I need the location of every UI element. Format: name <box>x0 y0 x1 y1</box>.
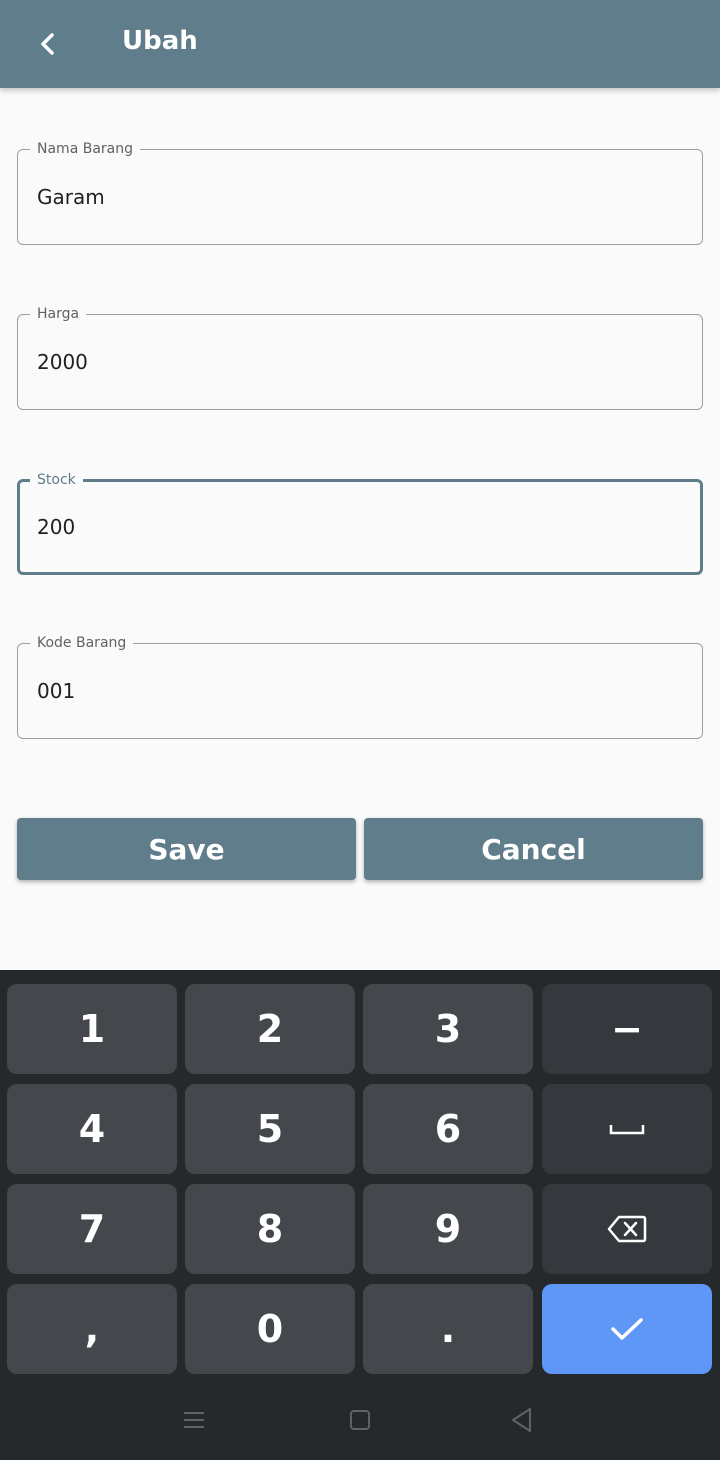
key-2[interactable]: 2 <box>185 984 355 1074</box>
key-5[interactable]: 5 <box>185 1084 355 1174</box>
key-9[interactable]: 9 <box>363 1184 533 1274</box>
key-period[interactable]: . <box>363 1284 533 1374</box>
key-8[interactable]: 8 <box>185 1184 355 1274</box>
space-bar-icon <box>609 1125 645 1135</box>
harga-label: Harga <box>30 304 87 324</box>
back-nav-button[interactable] <box>502 1400 542 1440</box>
kode-barang-field[interactable]: Kode Barang 001 <box>17 633 703 739</box>
nama-barang-label: Nama Barang <box>30 139 140 159</box>
menu-icon <box>184 1412 204 1428</box>
key-4[interactable]: 4 <box>7 1084 177 1174</box>
stock-label: Stock <box>30 470 83 490</box>
app-bar: Ubah <box>0 0 720 88</box>
key-comma[interactable]: , <box>7 1284 177 1374</box>
nama-barang-value[interactable]: Garam <box>37 184 105 210</box>
back-triangle-icon <box>512 1408 531 1432</box>
check-icon <box>611 1318 643 1340</box>
key-backspace[interactable] <box>542 1184 712 1274</box>
backspace-icon <box>607 1215 647 1243</box>
home-button[interactable] <box>340 1400 380 1440</box>
key-7[interactable]: 7 <box>7 1184 177 1274</box>
key-1[interactable]: 1 <box>7 984 177 1074</box>
key-minus[interactable]: − <box>542 984 712 1074</box>
arrow-back-icon <box>41 33 54 55</box>
numeric-keyboard: 1 2 3 − 4 5 6 7 8 9 , 0 . <box>0 970 720 1380</box>
key-0[interactable]: 0 <box>185 1284 355 1374</box>
kode-barang-label: Kode Barang <box>30 633 134 653</box>
menu-button[interactable] <box>174 1400 214 1440</box>
home-square-icon <box>350 1410 370 1430</box>
system-nav-bar <box>0 1380 720 1460</box>
cancel-button[interactable]: Cancel <box>364 818 703 880</box>
stock-value[interactable]: 200 <box>37 514 75 540</box>
stock-field[interactable]: Stock 200 <box>17 470 703 575</box>
key-3[interactable]: 3 <box>363 984 533 1074</box>
key-6[interactable]: 6 <box>363 1084 533 1174</box>
back-button[interactable] <box>26 22 70 66</box>
harga-field[interactable]: Harga 2000 <box>17 304 703 410</box>
save-button[interactable]: Save <box>17 818 356 880</box>
nama-barang-field[interactable]: Nama Barang Garam <box>17 139 703 245</box>
key-enter[interactable] <box>542 1284 712 1374</box>
key-space[interactable] <box>542 1084 712 1174</box>
harga-value[interactable]: 2000 <box>37 349 88 375</box>
page-title: Ubah <box>122 26 198 56</box>
kode-barang-value[interactable]: 001 <box>37 678 75 704</box>
